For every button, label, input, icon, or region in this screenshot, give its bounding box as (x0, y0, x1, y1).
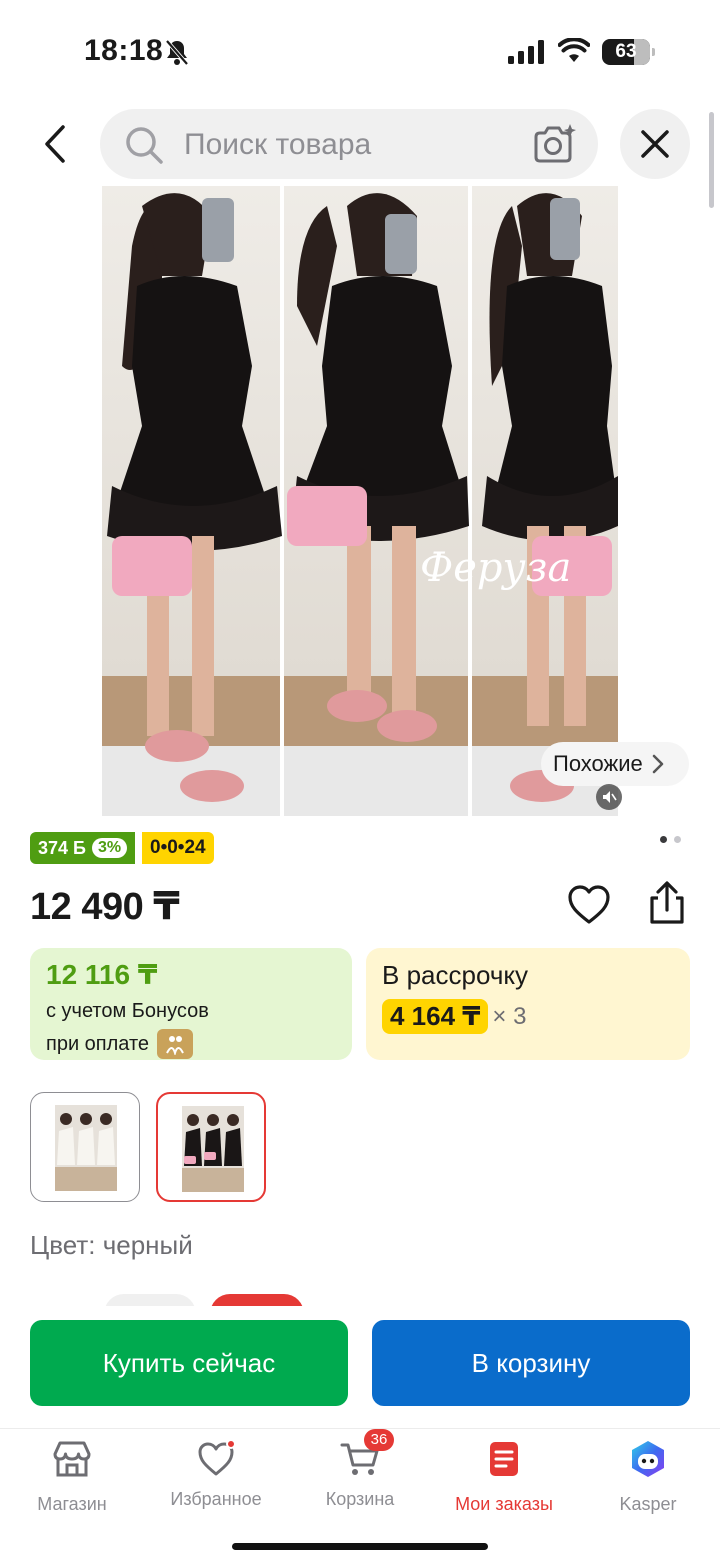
buy-now-button[interactable]: Купить сейчас (30, 1320, 348, 1406)
tab-kasper[interactable]: Kasper (576, 1439, 720, 1519)
cart-count-badge: 36 (364, 1429, 394, 1451)
search-placeholder: Поиск товара (184, 128, 372, 161)
variant-black-thumbnail (182, 1106, 244, 1192)
bonus-line-2-text: при оплате (46, 1033, 150, 1055)
tab-label: Мои заказы (455, 1494, 553, 1514)
search-icon (126, 127, 163, 164)
installment-times: × 3 (492, 1002, 527, 1030)
installment-card[interactable]: В рассрочку 4 164 ₸ × 3 (366, 948, 690, 1060)
installment-amount: 4 164 ₸ (382, 999, 489, 1034)
bonus-price-card[interactable]: 12 116 ₸ с учетом Бонусов при оплате (30, 948, 352, 1060)
page-dot-active (660, 836, 667, 843)
watermark-text: Феруза (420, 545, 571, 591)
image-pagination (660, 836, 684, 844)
action-bar: Купить сейчас В корзину (0, 1306, 720, 1428)
orders-icon (490, 1442, 518, 1476)
kaspi-pay-icon (157, 1029, 194, 1059)
tab-label: Kasper (619, 1494, 677, 1514)
tab-label: Корзина (325, 1489, 395, 1509)
store-icon (53, 1441, 91, 1477)
color-label: Цвет: черный (30, 1230, 193, 1260)
search-input[interactable]: Поиск товара (100, 109, 598, 179)
page-dot (674, 836, 681, 843)
kasper-icon (632, 1441, 664, 1477)
similar-products-button[interactable]: Похожие (541, 742, 689, 786)
status-time: 18:18 (84, 34, 164, 67)
camera-search-icon[interactable] (532, 123, 576, 165)
bell-muted-icon (165, 39, 189, 66)
tab-label: Магазин (37, 1494, 107, 1514)
variant-white[interactable] (30, 1092, 140, 1202)
battery-indicator: 63 (602, 39, 655, 65)
tab-my-orders[interactable]: Мои заказы (432, 1439, 576, 1519)
variant-black-selected[interactable] (156, 1092, 266, 1202)
installment-badge: 0•0•24 (142, 832, 214, 864)
battery-level: 63 (615, 41, 637, 62)
similar-label: Похожие (553, 751, 643, 776)
tab-favorites[interactable]: Избранное (144, 1439, 288, 1519)
add-to-cart-button[interactable]: В корзину (372, 1320, 690, 1406)
share-icon[interactable] (644, 880, 690, 926)
product-image[interactable]: Феруза (102, 186, 618, 816)
favorite-heart-icon[interactable] (566, 882, 612, 928)
cellular-signal-icon (508, 40, 544, 64)
chevron-right-icon (652, 754, 664, 774)
installment-row: 4 164 ₸ × 3 (382, 999, 674, 1034)
product-photo-illustration: Феруза (102, 186, 618, 816)
status-bar: 18:18 63 (0, 0, 720, 100)
wifi-icon (558, 38, 590, 62)
close-icon (641, 130, 669, 158)
mute-icon[interactable] (596, 784, 622, 810)
scroll-indicator (709, 112, 714, 208)
close-button[interactable] (620, 109, 690, 179)
home-indicator (232, 1543, 488, 1550)
bonus-price: 12 116 ₸ (46, 959, 158, 990)
back-button[interactable] (28, 118, 80, 170)
product-price: 12 490 ₸ (30, 886, 180, 928)
bonus-line-2: при оплате (46, 1029, 336, 1059)
bonus-points: 374 Б (38, 837, 86, 858)
installment-title: В рассрочку (382, 960, 529, 990)
bonus-percent: 3% (91, 838, 128, 858)
tab-shop[interactable]: Магазин (0, 1439, 144, 1519)
chevron-left-icon (45, 125, 65, 163)
bonus-line-1: с учетом Бонусов (46, 1000, 209, 1022)
favorites-dot (226, 1439, 236, 1449)
bonus-badge: 374 Б 3% (30, 832, 136, 864)
variant-white-thumbnail (55, 1105, 117, 1191)
tab-cart[interactable]: 36 Корзина (288, 1429, 432, 1519)
tab-label: Избранное (170, 1489, 262, 1509)
